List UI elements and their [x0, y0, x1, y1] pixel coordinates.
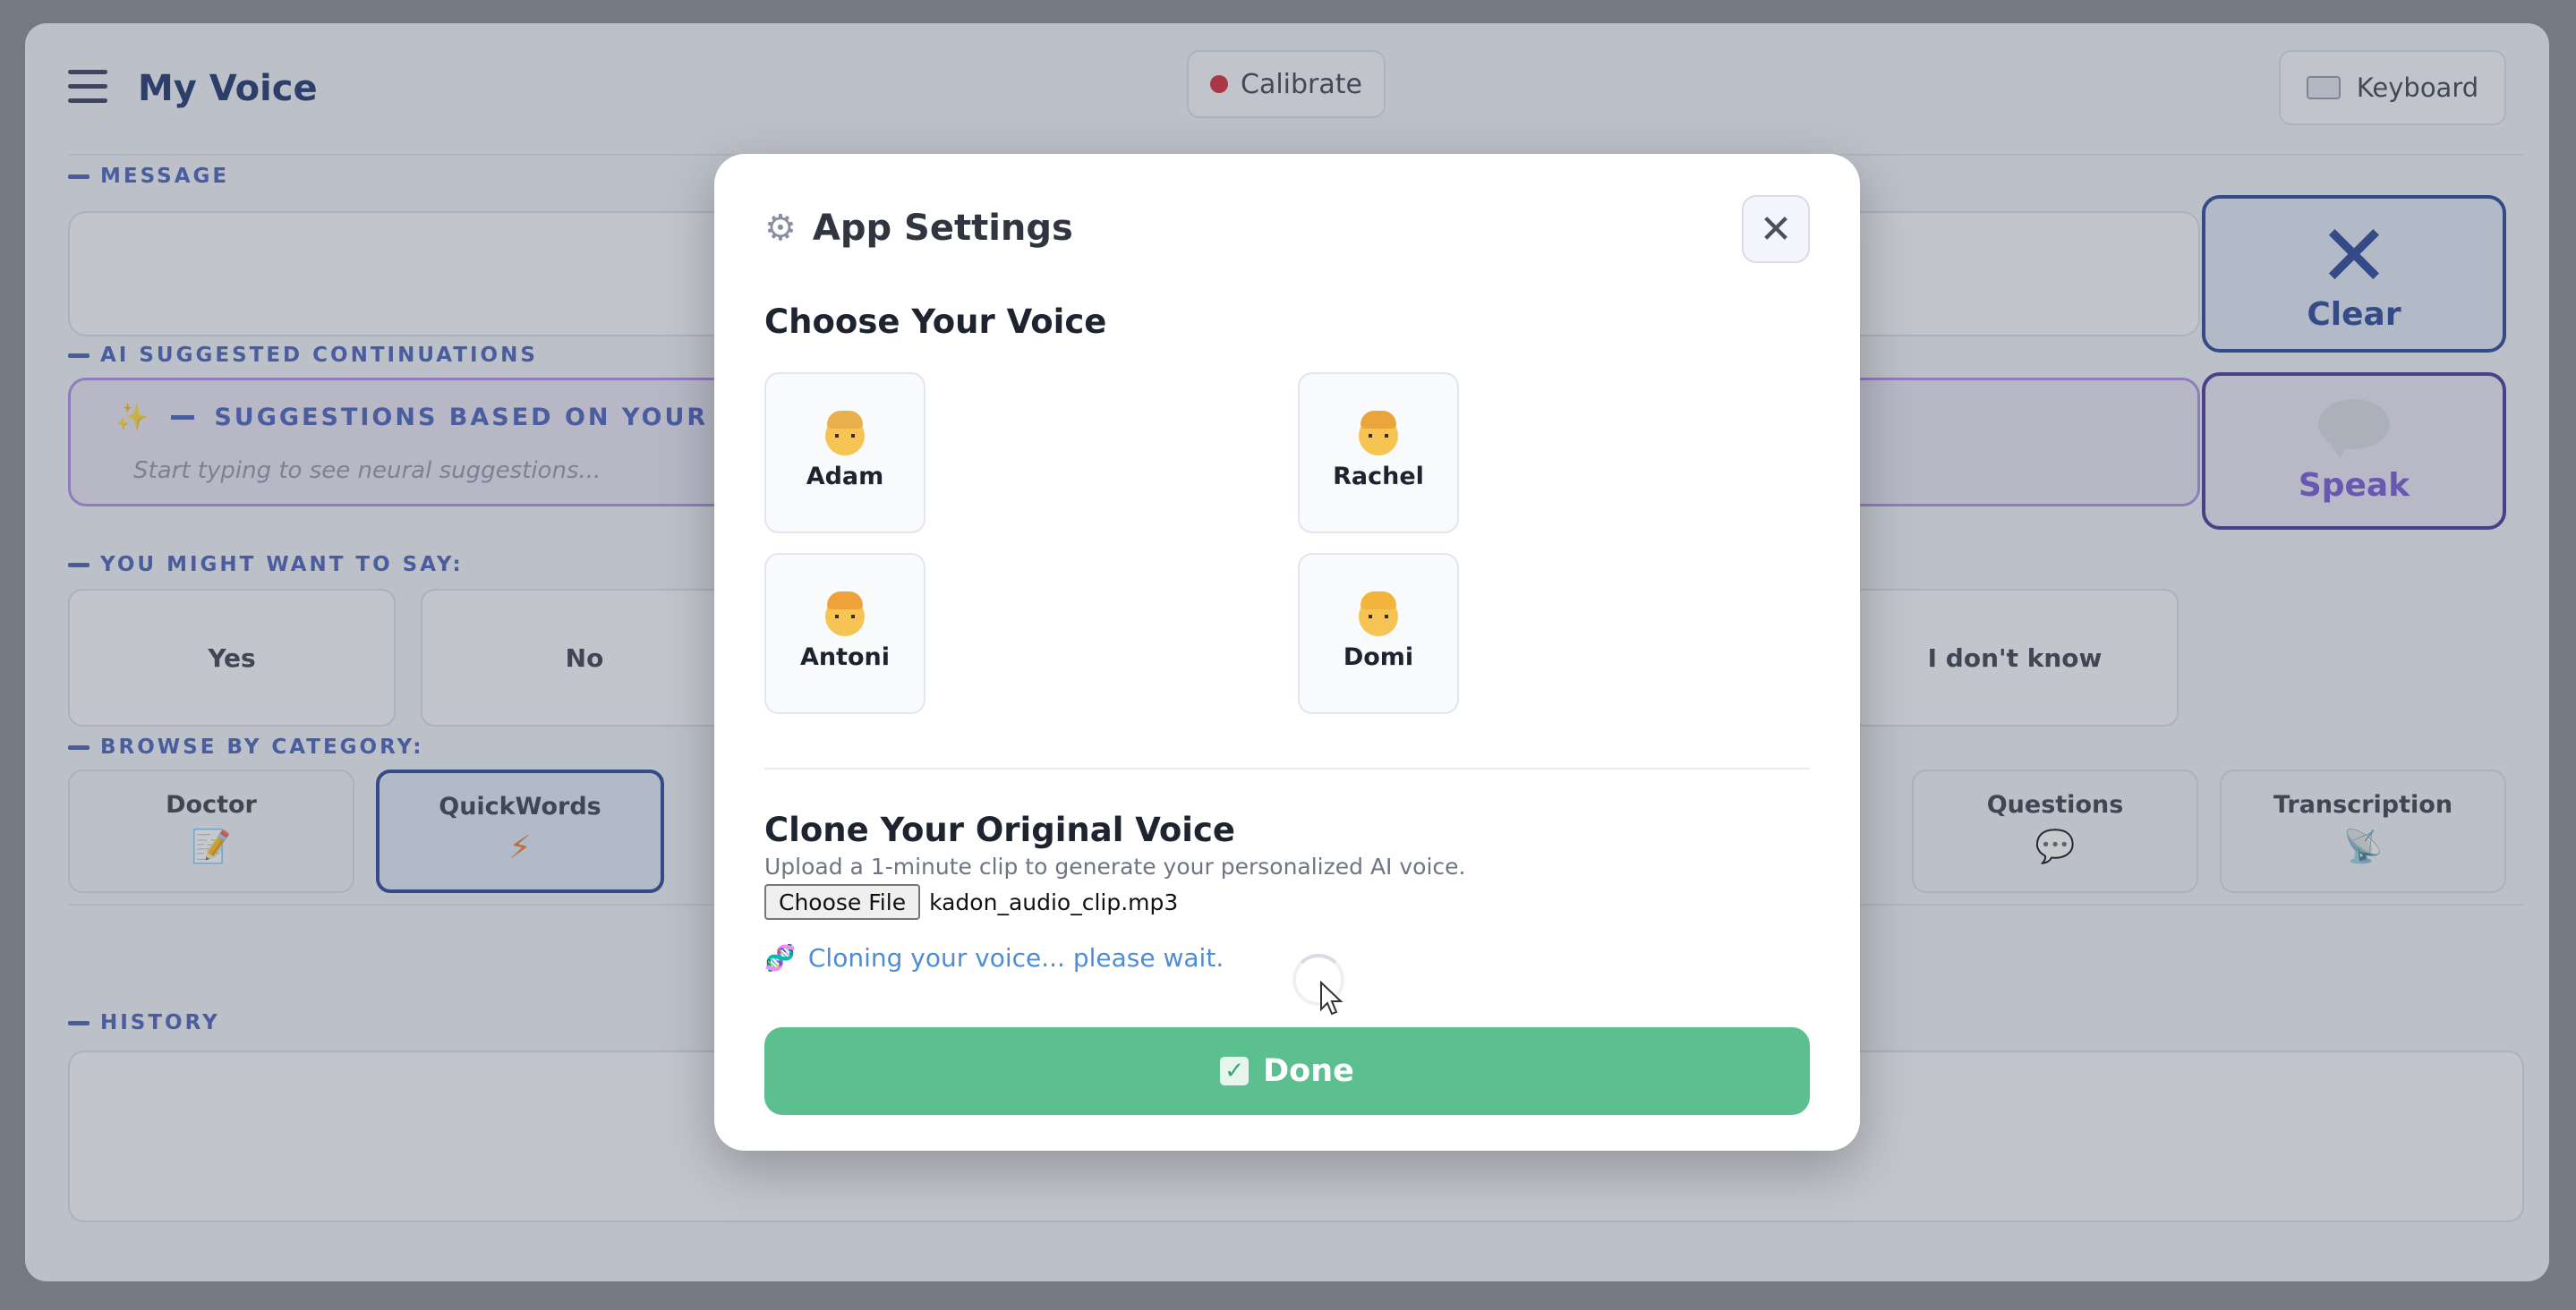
- person-icon: [825, 591, 865, 636]
- mouse-cursor-icon: [1320, 981, 1343, 1016]
- voice-option-rachel[interactable]: Rachel: [1298, 372, 1459, 533]
- person-icon: [825, 410, 865, 455]
- clone-voice-title: Clone Your Original Voice: [764, 811, 1236, 849]
- gear-icon: ⚙: [764, 208, 797, 249]
- file-input: Choose File kadon_audio_clip.mp3: [764, 884, 1178, 920]
- person-icon: [1359, 591, 1398, 636]
- voice-option-antoni[interactable]: Antoni: [764, 553, 925, 714]
- close-modal-button[interactable]: ✕: [1742, 195, 1810, 263]
- dna-icon: 🧬: [764, 943, 796, 973]
- voice-option-adam[interactable]: Adam: [764, 372, 925, 533]
- done-label: Done: [1263, 1053, 1354, 1089]
- selected-file-name: kadon_audio_clip.mp3: [929, 889, 1179, 915]
- close-icon: ✕: [1759, 206, 1793, 252]
- modal-divider: [764, 768, 1810, 770]
- choose-file-button[interactable]: Choose File: [764, 884, 921, 920]
- modal-title: ⚙ App Settings: [764, 208, 1073, 249]
- cloning-status: 🧬 Cloning your voice... please wait.: [764, 943, 1224, 973]
- person-icon: [1359, 410, 1398, 455]
- voice-option-domi[interactable]: Domi: [1298, 553, 1459, 714]
- clone-voice-subtitle: Upload a 1-minute clip to generate your …: [764, 854, 1466, 880]
- settings-modal: ⚙ App Settings ✕ Choose Your Voice Adam …: [714, 154, 1860, 1151]
- checkmark-icon: ✓: [1220, 1057, 1250, 1085]
- choose-voice-title: Choose Your Voice: [764, 302, 1107, 341]
- done-button[interactable]: ✓ Done: [764, 1027, 1810, 1115]
